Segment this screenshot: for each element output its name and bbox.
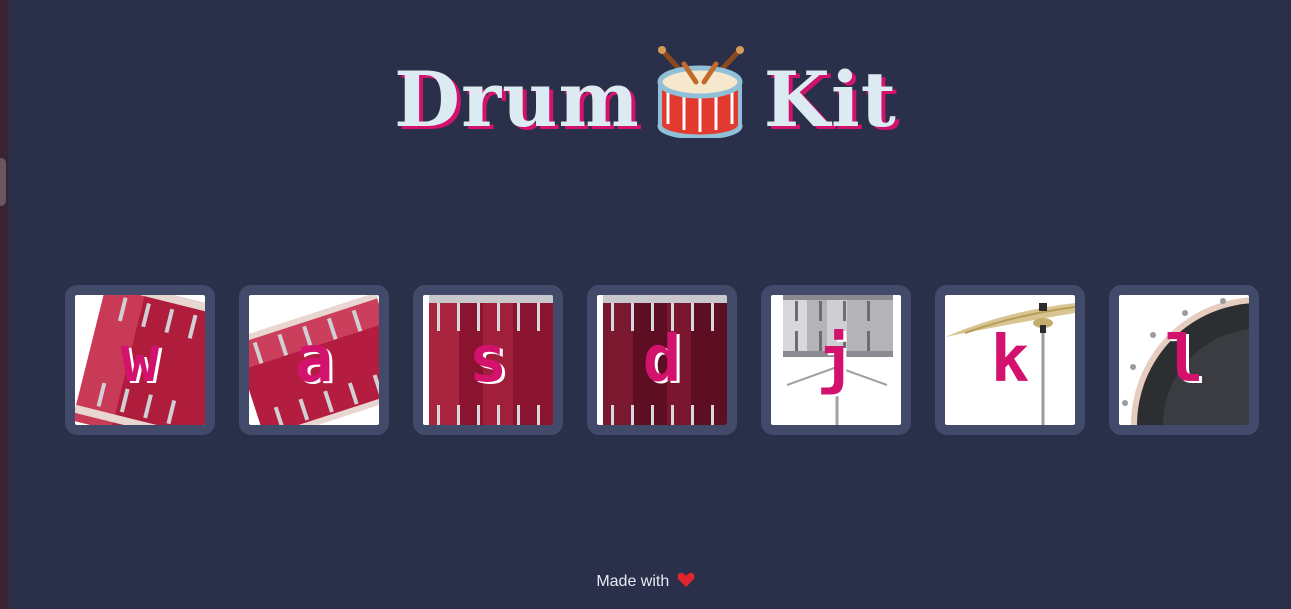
pad-j-key: j (816, 323, 856, 397)
pad-d[interactable]: d (587, 285, 737, 435)
pad-s[interactable]: s (413, 285, 563, 435)
page-title: Drum Kit (0, 46, 1291, 148)
pad-l[interactable]: l (1109, 285, 1259, 435)
pad-w-key: w (120, 323, 160, 397)
pad-w-face: w (75, 295, 205, 425)
pad-j[interactable]: j (761, 285, 911, 435)
footer: Made with (0, 572, 1291, 593)
title-word-kit: Kit (763, 55, 897, 144)
pad-a-face: a (249, 295, 379, 425)
pad-d-key: d (642, 323, 682, 397)
footer-text: Made with (596, 573, 670, 590)
pad-a[interactable]: a (239, 285, 389, 435)
pad-a-key: a (294, 323, 334, 397)
pad-j-face: j (771, 295, 901, 425)
pad-w[interactable]: w (65, 285, 215, 435)
heart-icon (677, 572, 695, 593)
side-panel-handle[interactable] (0, 158, 6, 206)
pad-d-face: d (597, 295, 727, 425)
pad-s-face: s (423, 295, 553, 425)
title-word-drum: Drum (394, 55, 640, 144)
pad-k-face: k (945, 295, 1075, 425)
pad-k[interactable]: k (935, 285, 1085, 435)
pad-l-key: l (1164, 323, 1204, 397)
pad-s-key: s (468, 323, 508, 397)
pad-k-key: k (990, 323, 1030, 397)
drum-pads: w a s d j k l (65, 285, 1259, 435)
drum-emoji-icon (654, 46, 746, 140)
pad-l-face: l (1119, 295, 1249, 425)
